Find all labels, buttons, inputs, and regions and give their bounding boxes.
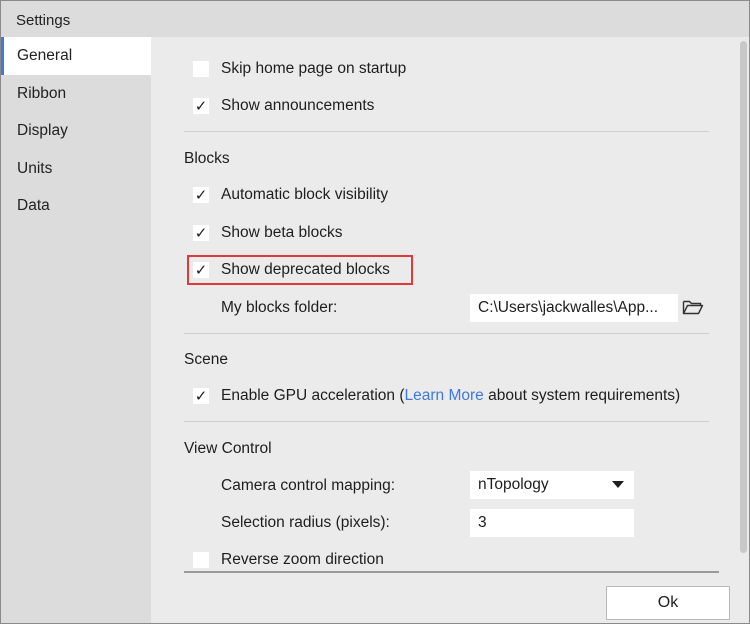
- my-blocks-folder-input[interactable]: C:\Users\jackwalles\App...: [470, 294, 678, 322]
- gpu-label-prefix: Enable GPU acceleration (: [221, 387, 405, 404]
- auto-block-visibility-checkbox[interactable]: ✓: [193, 187, 209, 203]
- divider: [184, 421, 709, 422]
- ok-button[interactable]: Ok: [606, 586, 730, 620]
- window-title: Settings: [1, 1, 749, 37]
- reverse-zoom-checkbox[interactable]: [193, 552, 209, 568]
- blocks-section-title: Blocks: [184, 150, 230, 167]
- sidebar-item-general[interactable]: General: [1, 37, 151, 75]
- show-beta-blocks-checkbox[interactable]: ✓: [193, 225, 209, 241]
- gpu-acceleration-label: Enable GPU acceleration (Learn More abou…: [221, 387, 680, 405]
- reverse-zoom-label: Reverse zoom direction: [221, 551, 384, 568]
- settings-panel: Skip home page on startup ✓ Show announc…: [151, 37, 749, 623]
- scene-section-title: Scene: [184, 351, 228, 368]
- show-deprecated-blocks-checkbox[interactable]: ✓: [193, 262, 209, 278]
- show-deprecated-blocks-row[interactable]: ✓ Show deprecated blocks: [193, 258, 390, 282]
- divider: [184, 131, 709, 132]
- sidebar-item-display[interactable]: Display: [1, 112, 151, 150]
- sidebar-item-units[interactable]: Units: [1, 150, 151, 188]
- selection-radius-input[interactable]: 3: [470, 509, 634, 537]
- show-beta-blocks-row[interactable]: ✓ Show beta blocks: [193, 221, 343, 245]
- show-announcements-row[interactable]: ✓ Show announcements: [193, 94, 374, 118]
- gpu-acceleration-row[interactable]: ✓ Enable GPU acceleration (Learn More ab…: [193, 384, 680, 408]
- camera-control-mapping-label: Camera control mapping:: [221, 477, 396, 494]
- camera-control-mapping-value: nTopology: [478, 476, 549, 493]
- auto-block-visibility-row[interactable]: ✓ Automatic block visibility: [193, 183, 388, 207]
- gpu-acceleration-checkbox[interactable]: ✓: [193, 388, 209, 404]
- camera-control-mapping-select[interactable]: nTopology: [470, 471, 634, 499]
- footer-divider: [184, 571, 719, 573]
- auto-block-visibility-label: Automatic block visibility: [221, 186, 389, 203]
- dropdown-arrow-icon: [612, 481, 624, 488]
- my-blocks-folder-label: My blocks folder:: [221, 299, 338, 316]
- gpu-label-suffix: about system requirements): [483, 387, 681, 404]
- browse-folder-button[interactable]: [681, 295, 705, 319]
- divider: [184, 333, 709, 334]
- show-announcements-label: Show announcements: [221, 97, 375, 114]
- skip-home-page-label: Skip home page on startup: [221, 60, 407, 77]
- show-beta-blocks-label: Show beta blocks: [221, 224, 343, 241]
- sidebar-item-ribbon[interactable]: Ribbon: [1, 75, 151, 113]
- settings-window: Settings General Ribbon Display Units Da…: [0, 0, 750, 624]
- reverse-zoom-row[interactable]: Reverse zoom direction: [193, 548, 384, 572]
- scrollbar-thumb[interactable]: [740, 41, 747, 553]
- folder-open-icon: [682, 300, 704, 315]
- view-control-section-title: View Control: [184, 440, 272, 457]
- sidebar: General Ribbon Display Units Data: [1, 37, 151, 623]
- show-announcements-checkbox[interactable]: ✓: [193, 98, 209, 114]
- scrollbar[interactable]: [740, 41, 747, 553]
- skip-home-page-row[interactable]: Skip home page on startup: [193, 57, 406, 81]
- show-deprecated-blocks-label: Show deprecated blocks: [221, 261, 390, 278]
- learn-more-link[interactable]: Learn More: [405, 387, 484, 404]
- sidebar-item-data[interactable]: Data: [1, 187, 151, 225]
- selection-radius-label: Selection radius (pixels):: [221, 514, 390, 531]
- skip-home-page-checkbox[interactable]: [193, 61, 209, 77]
